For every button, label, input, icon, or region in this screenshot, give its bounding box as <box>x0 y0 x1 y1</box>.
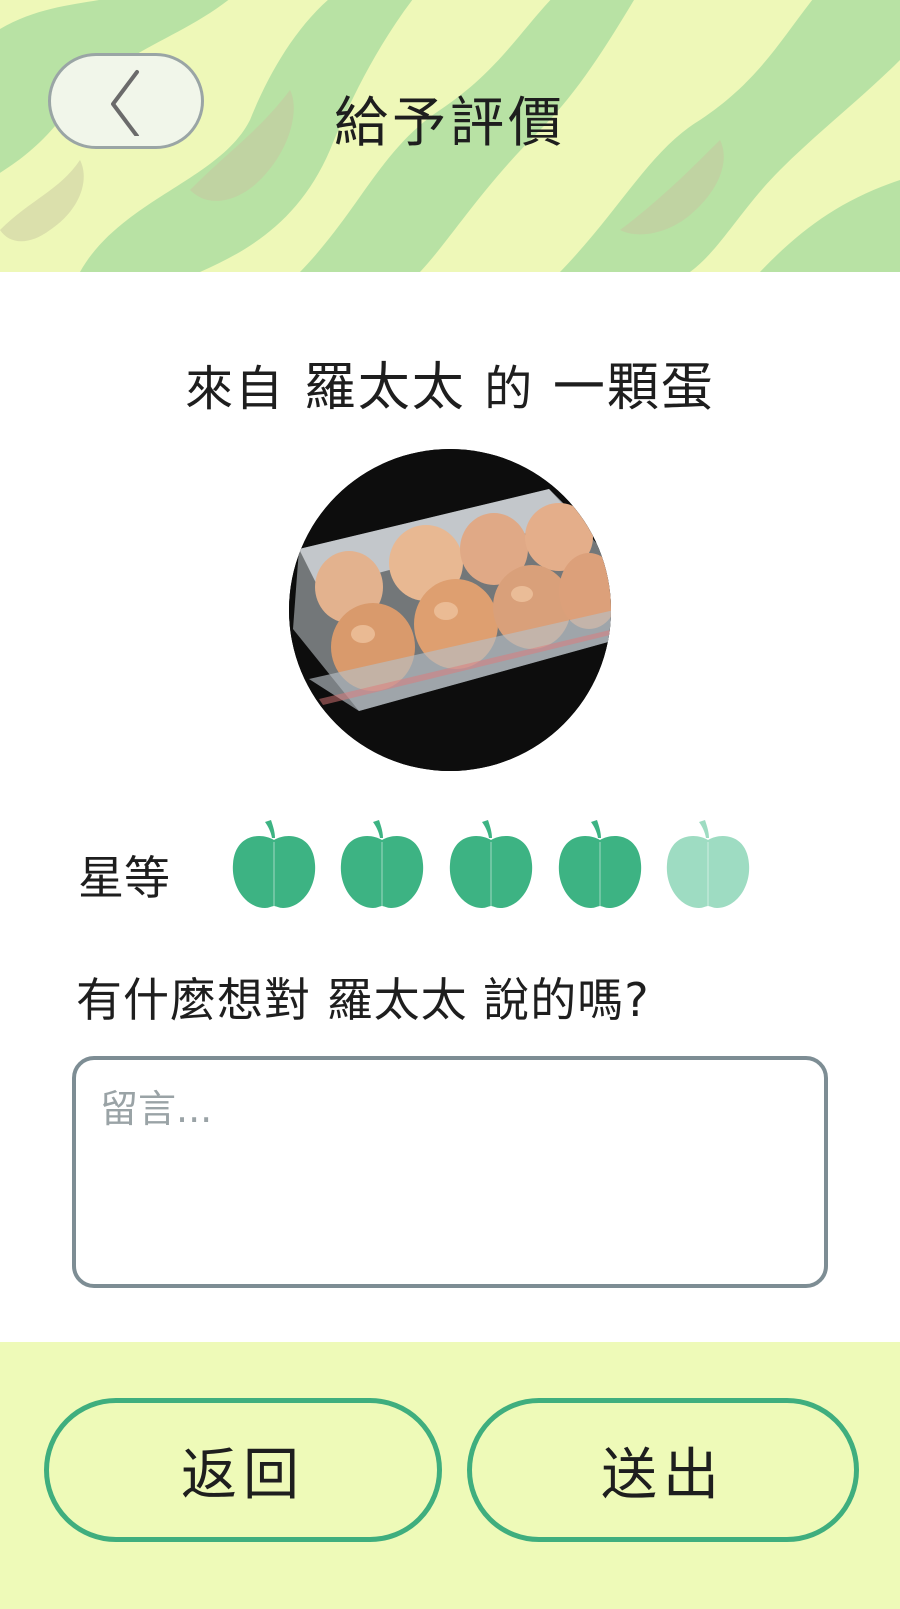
submit-button[interactable]: 送出 <box>467 1398 859 1542</box>
heading-prefix: 來自 <box>185 361 286 417</box>
rating-apple-4[interactable] <box>557 818 643 910</box>
product-heading: 來自 羅太太 的 一顆蛋 <box>0 345 900 420</box>
submit-button-label: 送出 <box>601 1442 725 1508</box>
rating-apple-2[interactable] <box>339 818 425 910</box>
seller-name: 羅太太 <box>303 358 466 418</box>
header: 給予評價 <box>0 0 900 272</box>
back-button[interactable]: 返回 <box>44 1398 442 1542</box>
egg-carton-image <box>289 449 611 771</box>
product-photo <box>289 449 611 771</box>
apple-icon <box>666 820 750 908</box>
apple-icon <box>340 820 424 908</box>
footer: 返回 送出 <box>0 1342 900 1609</box>
apple-icon <box>232 820 316 908</box>
heading-connector: 的 <box>484 361 535 417</box>
rating-apple-5[interactable] <box>665 818 751 910</box>
comment-prompt: 有什麼想對 羅太太 說的嗎? <box>76 973 650 1027</box>
rating-apple-1[interactable] <box>231 818 317 910</box>
product-name: 一顆蛋 <box>552 358 715 418</box>
back-button-label: 返回 <box>181 1442 305 1508</box>
rating-apple-3[interactable] <box>448 818 534 910</box>
apple-icon <box>558 820 642 908</box>
rating-label: 星等 <box>78 851 170 905</box>
page-title: 給予評價 <box>334 91 566 154</box>
apple-icon <box>449 820 533 908</box>
comment-input[interactable] <box>72 1056 828 1288</box>
